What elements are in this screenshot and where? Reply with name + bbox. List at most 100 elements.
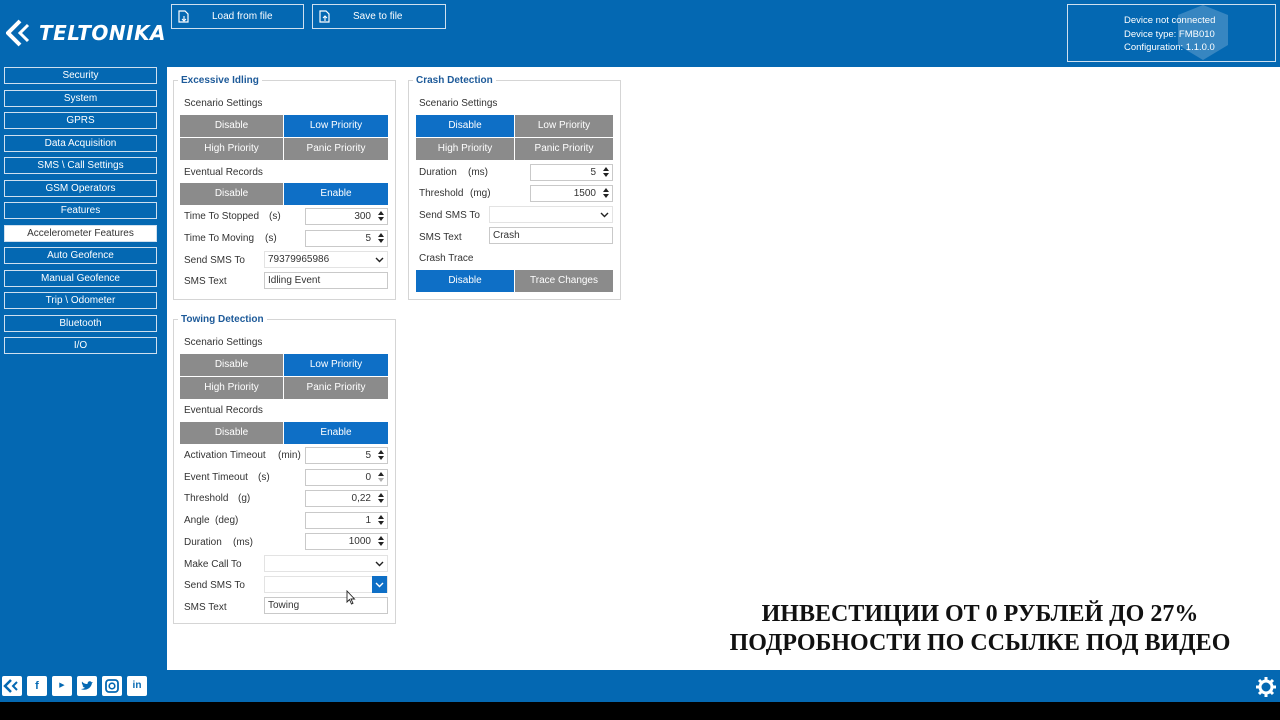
towing-duration-input[interactable]: 1000 <box>305 533 388 550</box>
header: TELTONIKA Load from file Save to file De… <box>0 0 1280 66</box>
stepper-arrows-icon[interactable] <box>376 471 385 484</box>
towing-send-sms-select[interactable] <box>264 576 388 593</box>
sidebar-item-bluetooth[interactable]: Bluetooth <box>4 315 157 332</box>
footer: f ▶ in <box>0 670 1280 702</box>
angle-label: Angle <box>184 515 210 526</box>
sidebar-item-manual-geofence[interactable]: Manual Geofence <box>4 270 157 287</box>
angle-value: 1 <box>365 515 371 526</box>
idling-scenario-disable[interactable]: Disable <box>180 115 283 137</box>
activation-timeout-value: 5 <box>365 450 371 461</box>
sidebar-item-trip-odometer[interactable]: Trip \ Odometer <box>4 292 157 309</box>
make-call-select[interactable] <box>264 555 388 572</box>
device-configuration: Configuration: 1.1.0.0 <box>1124 42 1215 53</box>
excessive-idling-title: Excessive Idling <box>181 75 259 86</box>
stepper-arrows-icon[interactable] <box>376 492 385 505</box>
crash-scenario-high-priority[interactable]: High Priority <box>416 138 514 160</box>
stepper-arrows-icon[interactable] <box>376 232 385 245</box>
stepper-arrows-icon[interactable] <box>376 210 385 223</box>
idling-sms-text-input[interactable]: Idling Event <box>264 272 388 289</box>
idling-send-sms-select[interactable]: 79379965986 <box>264 251 388 268</box>
load-from-file-label: Load from file <box>212 11 273 22</box>
towing-scenario-panic-priority[interactable]: Panic Priority <box>284 377 388 399</box>
activation-timeout-unit: (min) <box>278 450 301 461</box>
angle-input[interactable]: 1 <box>305 512 388 529</box>
towing-scenario-high-priority[interactable]: High Priority <box>180 377 283 399</box>
sidebar-item-sms-call-settings[interactable]: SMS \ Call Settings <box>4 157 157 174</box>
sidebar-item-features[interactable]: Features <box>4 202 157 219</box>
sidebar-item-gsm-operators[interactable]: GSM Operators <box>4 180 157 197</box>
crash-send-sms-select[interactable] <box>489 206 613 223</box>
towing-duration-unit: (ms) <box>233 537 253 548</box>
crash-send-sms-label: Send SMS To <box>419 210 480 221</box>
idling-eventual-disable[interactable]: Disable <box>180 183 283 205</box>
sidebar-item-data-acquisition[interactable]: Data Acquisition <box>4 135 157 152</box>
sidebar-item-accelerometer-features[interactable]: Accelerometer Features <box>4 225 157 242</box>
towing-sms-text-input[interactable]: Towing <box>264 597 388 614</box>
chevron-down-icon <box>372 576 387 593</box>
towing-eventual-enable[interactable]: Enable <box>284 422 388 444</box>
activation-timeout-input[interactable]: 5 <box>305 447 388 464</box>
load-file-icon <box>178 10 190 23</box>
sidebar-item-system[interactable]: System <box>4 90 157 107</box>
crash-scenario-panic-priority[interactable]: Panic Priority <box>515 138 613 160</box>
crash-trace-label: Crash Trace <box>419 253 474 264</box>
make-call-label: Make Call To <box>184 559 242 570</box>
time-to-stopped-unit: (s) <box>269 211 281 222</box>
idling-scenario-label: Scenario Settings <box>184 98 263 109</box>
save-to-file-label: Save to file <box>353 11 403 22</box>
stepper-arrows-icon[interactable] <box>376 514 385 527</box>
crash-scenario-low-priority[interactable]: Low Priority <box>515 115 613 137</box>
twitter-icon[interactable] <box>77 676 97 696</box>
load-from-file-button[interactable]: Load from file <box>171 4 304 29</box>
crash-trace-changes[interactable]: Trace Changes <box>515 270 613 292</box>
crash-sms-text-input[interactable]: Crash <box>489 227 613 244</box>
idling-scenario-high-priority[interactable]: High Priority <box>180 138 283 160</box>
towing-scenario-label: Scenario Settings <box>184 337 263 348</box>
stepper-arrows-icon[interactable] <box>376 449 385 462</box>
linkedin-icon[interactable]: in <box>127 676 147 696</box>
sidebar-item-security[interactable]: Security <box>4 67 157 84</box>
time-to-moving-input[interactable]: 5 <box>305 230 388 247</box>
crash-threshold-input[interactable]: 1500 <box>530 185 613 202</box>
idling-eventual-enable[interactable]: Enable <box>284 183 388 205</box>
crash-sms-text-label: SMS Text <box>419 232 462 243</box>
towing-scenario-disable[interactable]: Disable <box>180 354 283 376</box>
instagram-icon[interactable] <box>102 676 122 696</box>
sidebar-item-auto-geofence[interactable]: Auto Geofence <box>4 247 157 264</box>
teltonika-logo-icon <box>6 19 30 47</box>
crash-threshold-label: Threshold <box>419 188 464 199</box>
towing-threshold-input[interactable]: 0,22 <box>305 490 388 507</box>
stepper-arrows-icon[interactable] <box>601 166 610 179</box>
sidebar-item-io[interactable]: I/O <box>4 337 157 354</box>
towing-eventual-disable[interactable]: Disable <box>180 422 283 444</box>
towing-duration-value: 1000 <box>348 536 371 547</box>
crash-duration-input[interactable]: 5 <box>530 164 613 181</box>
youtube-icon[interactable]: ▶ <box>52 676 72 696</box>
angle-unit: (deg) <box>215 515 239 526</box>
teltonika-logo: TELTONIKA <box>6 17 166 49</box>
promo-caption-line2: ПОДРОБНОСТИ ПО ССЫЛКЕ ПОД ВИДЕО <box>729 630 1231 656</box>
sidebar-item-gprs[interactable]: GPRS <box>4 112 157 129</box>
chevron-down-icon <box>375 561 384 567</box>
save-to-file-button[interactable]: Save to file <box>312 4 446 29</box>
crash-scenario-label: Scenario Settings <box>419 98 498 109</box>
stepper-arrows-icon[interactable] <box>601 187 610 200</box>
save-file-icon <box>319 10 331 23</box>
device-type: Device type: FMB010 <box>1124 28 1215 40</box>
device-info-box: Device not connected Device type: FMB010… <box>1067 4 1276 62</box>
towing-scenario-low-priority[interactable]: Low Priority <box>284 354 388 376</box>
facebook-icon[interactable]: f <box>27 676 47 696</box>
stepper-arrows-icon[interactable] <box>376 535 385 548</box>
time-to-stopped-input[interactable]: 300 <box>305 208 388 225</box>
teltonika-icon[interactable] <box>2 676 22 696</box>
idling-scenario-low-priority[interactable]: Low Priority <box>284 115 388 137</box>
settings-gear-icon[interactable] <box>1255 676 1277 698</box>
configurator-window: TELTONIKA Load from file Save to file De… <box>0 0 1280 702</box>
crash-scenario-disable[interactable]: Disable <box>416 115 514 137</box>
idling-scenario-panic-priority[interactable]: Panic Priority <box>284 138 388 160</box>
idling-eventual-label: Eventual Records <box>184 167 263 178</box>
chevron-down-icon <box>600 212 609 218</box>
crash-trace-disable[interactable]: Disable <box>416 270 514 292</box>
towing-detection-title: Towing Detection <box>181 314 264 325</box>
event-timeout-input[interactable]: 0 <box>305 469 388 486</box>
